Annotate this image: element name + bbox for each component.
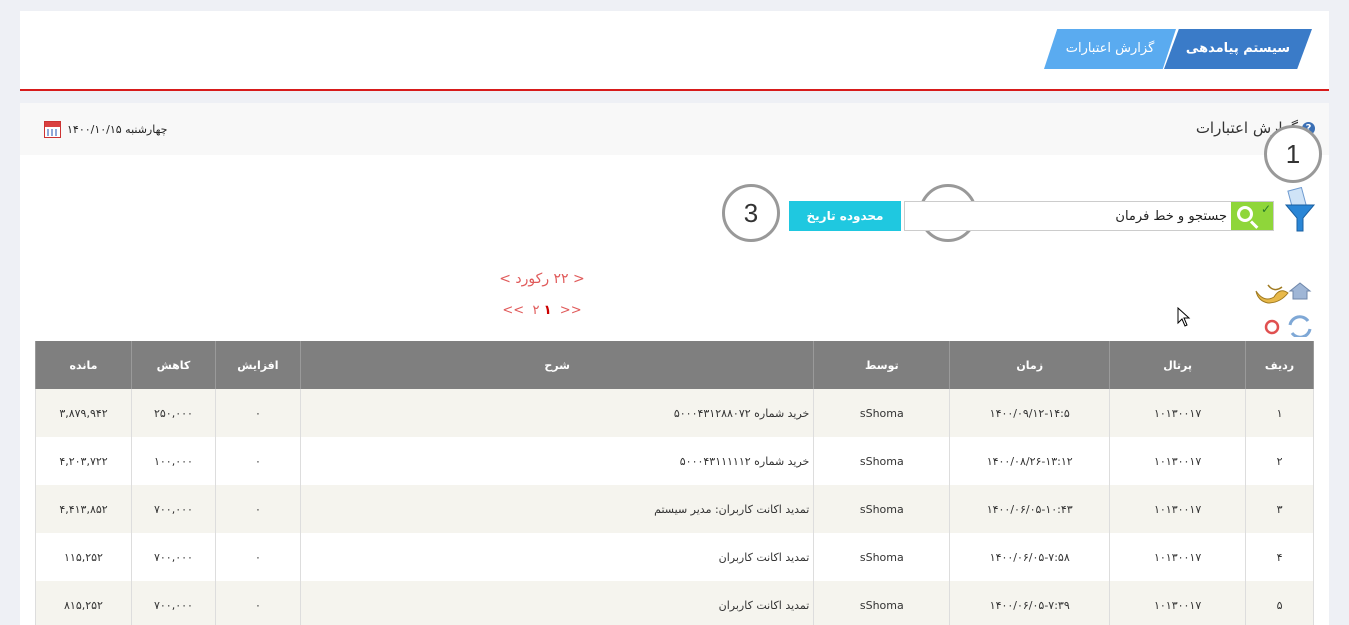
cell-decrease: ۱۰۰,۰۰۰	[131, 437, 216, 485]
breadcrumb-messaging-system[interactable]: سیستم پیامدهی	[1164, 29, 1312, 69]
header-balance[interactable]: مانده	[35, 341, 132, 389]
page-1-current[interactable]: ۱	[544, 303, 552, 318]
table-header-row: ردیف پرتال زمان توسط شرح افزایش کاهش مان…	[35, 341, 1314, 389]
cell-row-number: ۵	[1245, 581, 1314, 625]
annotation-3: 3	[722, 184, 780, 242]
refresh-icon[interactable]	[1288, 315, 1312, 337]
header-description[interactable]: شرح	[299, 341, 815, 389]
cell-portal: ۱۰۱۳۰۰۱۷	[1109, 485, 1247, 533]
cell-description: خرید شماره ۵۰۰۰۴۳۱۱۱۱۱۲	[299, 437, 815, 485]
cell-decrease: ۷۰۰,۰۰۰	[131, 581, 216, 625]
cell-row-number: ۴	[1245, 533, 1314, 581]
excel-export-icon[interactable]	[1255, 284, 1289, 304]
cell-balance: ۸۱۵,۲۵۲	[35, 581, 132, 625]
table-row[interactable]: ۵ ۱۰۱۳۰۰۱۷ ۱۴۰۰/۰۶/۰۵-۷:۳۹ sShoma تمدید …	[35, 581, 1314, 625]
search-input[interactable]	[905, 202, 1231, 230]
breadcrumb-credit-report[interactable]: گزارش اعتبارات	[1044, 29, 1176, 69]
cell-row-number: ۱	[1245, 389, 1314, 437]
cell-time: ۱۴۰۰/۰۶/۰۵-۱۰:۴۳	[949, 485, 1111, 533]
cell-description: تمدید اکانت کاربران	[299, 533, 815, 581]
cell-balance: ۱۱۵,۲۵۲	[35, 533, 132, 581]
current-date-text: چهارشنبه ۱۴۰۰/۱۰/۱۵	[67, 123, 168, 136]
reload-icon[interactable]	[1264, 319, 1280, 335]
magnifier-icon	[1237, 206, 1253, 222]
cell-description: خرید شماره ۵۰۰۰۴۳۱۲۸۸۰۷۲	[299, 389, 815, 437]
cell-by: sShoma	[813, 437, 951, 485]
page-last[interactable]: >>	[560, 303, 582, 318]
current-date: چهارشنبه ۱۴۰۰/۱۰/۱۵	[44, 121, 167, 138]
search-box: ✓	[904, 201, 1274, 231]
page-first[interactable]: <<	[502, 303, 524, 318]
cell-time: ۱۴۰۰/۰۶/۰۵-۷:۳۹	[949, 581, 1111, 625]
table-row[interactable]: ۱ ۱۰۱۳۰۰۱۷ ۱۴۰۰/۰۹/۱۲-۱۴:۵ sShoma خرید ش…	[35, 389, 1314, 437]
cell-increase: ۰	[214, 389, 301, 437]
table-row[interactable]: ۲ ۱۰۱۳۰۰۱۷ ۱۴۰۰/۰۸/۲۶-۱۳:۱۲ sShoma خرید …	[35, 437, 1314, 485]
cell-increase: ۰	[214, 485, 301, 533]
cell-row-number: ۳	[1245, 485, 1314, 533]
record-count-text: ۲۲ رکورد	[515, 271, 569, 287]
cell-increase: ۰	[214, 533, 301, 581]
cell-by: sShoma	[813, 581, 951, 625]
cell-time: ۱۴۰۰/۰۸/۲۶-۱۳:۱۲	[949, 437, 1111, 485]
cell-time: ۱۴۰۰/۰۶/۰۵-۷:۵۸	[949, 533, 1111, 581]
home-icon[interactable]	[1288, 282, 1312, 300]
cell-decrease: ۷۰۰,۰۰۰	[131, 485, 216, 533]
header-bar: گزارش اعتبارات سیستم پیامدهی	[20, 11, 1329, 91]
table-row[interactable]: ۴ ۱۰۱۳۰۰۱۷ ۱۴۰۰/۰۶/۰۵-۷:۵۸ sShoma تمدید …	[35, 533, 1314, 581]
annotation-1: 1	[1264, 125, 1322, 183]
cell-row-number: ۲	[1245, 437, 1314, 485]
page-2[interactable]: ۲	[532, 303, 539, 318]
table-row[interactable]: ۳ ۱۰۱۳۰۰۱۷ ۱۴۰۰/۰۶/۰۵-۱۰:۴۳ sShoma تمدید…	[35, 485, 1314, 533]
cell-increase: ۰	[214, 437, 301, 485]
cell-balance: ۴,۲۰۳,۷۲۲	[35, 437, 132, 485]
cell-time: ۱۴۰۰/۰۹/۱۲-۱۴:۵	[949, 389, 1111, 437]
panel-header: ? گزارش اعتبارات چهارشنبه ۱۴۰۰/۱۰/۱۵	[20, 103, 1329, 155]
header-increase[interactable]: افزایش	[214, 341, 301, 389]
credit-report-table: ردیف پرتال زمان توسط شرح افزایش کاهش مان…	[35, 341, 1314, 625]
filter-icon[interactable]	[1284, 187, 1316, 233]
search-button[interactable]: ✓	[1231, 202, 1273, 230]
cell-by: sShoma	[813, 389, 951, 437]
cell-balance: ۴,۴۱۳,۸۵۲	[35, 485, 132, 533]
date-range-button[interactable]: محدوده تاریخ	[789, 201, 901, 231]
cell-balance: ۳,۸۷۹,۹۴۲	[35, 389, 132, 437]
cell-by: sShoma	[813, 485, 951, 533]
cell-by: sShoma	[813, 533, 951, 581]
header-decrease[interactable]: کاهش	[131, 341, 216, 389]
calendar-icon	[44, 121, 61, 138]
cell-decrease: ۲۵۰,۰۰۰	[131, 389, 216, 437]
cell-portal: ۱۰۱۳۰۰۱۷	[1109, 389, 1247, 437]
report-panel: ? گزارش اعتبارات چهارشنبه ۱۴۰۰/۱۰/۱۵ 1 2…	[20, 103, 1329, 625]
records-next-arrow[interactable]: >	[499, 271, 511, 287]
check-icon: ✓	[1260, 202, 1271, 216]
cell-portal: ۱۰۱۳۰۰۱۷	[1109, 581, 1247, 625]
cell-decrease: ۷۰۰,۰۰۰	[131, 533, 216, 581]
cell-description: تمدید اکانت کاربران: مدیر سیستم	[299, 485, 815, 533]
toolbar-icons	[1255, 282, 1312, 337]
header-portal[interactable]: پرتال	[1109, 341, 1247, 389]
header-by[interactable]: توسط	[813, 341, 951, 389]
header-row-number[interactable]: ردیف	[1245, 341, 1314, 389]
mouse-cursor-icon	[1177, 307, 1191, 327]
records-prev-arrow[interactable]: <	[573, 271, 585, 287]
cell-increase: ۰	[214, 581, 301, 625]
pagination: << ۲ ۱ >>	[498, 303, 586, 318]
cell-portal: ۱۰۱۳۰۰۱۷	[1109, 533, 1247, 581]
cell-portal: ۱۰۱۳۰۰۱۷	[1109, 437, 1247, 485]
header-time[interactable]: زمان	[949, 341, 1111, 389]
record-count: < ۲۲ رکورد >	[498, 271, 586, 287]
cell-description: تمدید اکانت کاربران	[299, 581, 815, 625]
